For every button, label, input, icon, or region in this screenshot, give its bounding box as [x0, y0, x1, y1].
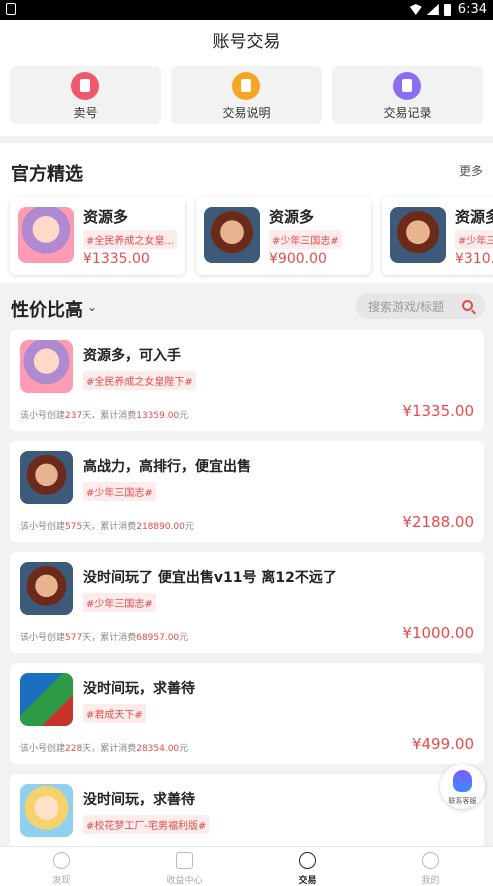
game-tag: #全民养成之女皇陛下#	[83, 371, 196, 390]
earnings-icon	[176, 852, 193, 869]
price: ¥310.00	[455, 251, 493, 267]
game-thumbnail	[20, 784, 73, 837]
signal-icon	[426, 4, 439, 15]
page-title: 账号交易	[0, 20, 493, 64]
game-tag: #全民养成之女皇...	[83, 230, 177, 249]
listing-meta: 该小号创建228天，累计消费28354.00元	[20, 744, 189, 754]
price: ¥1335.00	[83, 251, 150, 267]
game-thumbnail	[204, 207, 260, 263]
price: ¥900.00	[269, 251, 327, 267]
game-thumbnail	[20, 562, 73, 615]
game-thumbnail	[20, 673, 73, 726]
search-input[interactable]: 搜索游戏/标题	[356, 293, 485, 319]
featured-card[interactable]: 资源多 #少年三国志# ¥900.00	[196, 197, 371, 275]
listing-card[interactable]: 没时间玩了 便宜出售v11号 离12不远了 #少年三国志# 该小号创建577天，…	[10, 552, 484, 653]
listing-meta: 该小号创建577天，累计消费68957.00元	[20, 633, 189, 643]
listing-card[interactable]: 没时间玩，求善待 #校花梦工厂-宅男福利版#	[10, 774, 484, 846]
compass-icon	[53, 852, 70, 869]
game-tag: #少年三国志#	[83, 593, 156, 612]
game-thumbnail	[20, 451, 73, 504]
records-icon	[393, 72, 421, 100]
game-tag: #君成天下#	[83, 704, 146, 723]
tab-earnings[interactable]: 收益中心	[123, 847, 246, 886]
customer-service-icon	[453, 770, 472, 792]
tab-profile[interactable]: 我的	[369, 847, 492, 886]
instructions-label: 交易说明	[222, 106, 271, 120]
search-placeholder: 搜索游戏/标题	[368, 300, 445, 314]
listing-title: 资源多，可入手	[83, 348, 181, 364]
game-tag: #少年三国志#	[455, 230, 493, 249]
tab-trade[interactable]: 交易	[246, 847, 369, 886]
trade-icon	[299, 852, 316, 869]
game-thumbnail	[390, 207, 446, 263]
android-icon	[6, 3, 16, 15]
listing-meta: 该小号创建237天，累计消费13359.00元	[20, 411, 189, 421]
customer-service-button[interactable]: 联系客服	[440, 764, 485, 809]
bottom-tab-bar: 发现 收益中心 交易 我的	[0, 846, 493, 886]
featured-title: 官方精选	[11, 164, 83, 185]
price: ¥1335.00	[402, 402, 474, 420]
featured-section: 官方精选 更多 资源多 #全民养成之女皇... ¥1335.00 资源多 #少年…	[0, 143, 493, 283]
listing-meta: 该小号创建575天，累计消费218890.00元	[20, 522, 194, 532]
instructions-icon	[232, 72, 260, 100]
clock: 6:34	[457, 2, 487, 17]
game-thumbnail	[18, 207, 74, 263]
featured-card-title: 资源多	[83, 208, 129, 226]
listing-card[interactable]: 没时间玩，求善待 #君成天下# 该小号创建228天，累计消费28354.00元 …	[10, 663, 484, 764]
game-tag: #校花梦工厂-宅男福利版#	[83, 815, 210, 834]
tab-label: 交易	[298, 876, 317, 886]
value-section-title[interactable]: 性价比高	[11, 296, 83, 322]
listing-title: 没时间玩了 便宜出售v11号 离12不远了	[83, 570, 337, 586]
quick-actions: 卖号 交易说明 交易记录	[0, 64, 493, 136]
sell-label: 卖号	[73, 106, 98, 120]
listing-title: 高战力，高排行，便宜出售	[83, 459, 251, 475]
records-button[interactable]: 交易记录	[332, 66, 483, 124]
tab-label: 发现	[52, 876, 71, 886]
battery-icon	[443, 3, 451, 16]
listing-card[interactable]: 高战力，高排行，便宜出售 #少年三国志# 该小号创建575天，累计消费21889…	[10, 441, 484, 542]
game-tag: #少年三国志#	[83, 482, 156, 501]
status-bar: 6:34	[0, 0, 493, 20]
featured-card-title: 资源多	[455, 208, 493, 226]
customer-service-label: 联系客服	[448, 797, 477, 805]
listing-title: 没时间玩，求善待	[83, 792, 195, 808]
featured-card[interactable]: 资源多 #少年三国志# ¥310.00	[382, 197, 493, 275]
sell-button[interactable]: 卖号	[10, 66, 161, 124]
wifi-icon	[409, 4, 422, 15]
chevron-down-icon[interactable]: ⌄	[87, 300, 97, 314]
tab-discover[interactable]: 发现	[0, 847, 123, 886]
featured-card[interactable]: 资源多 #全民养成之女皇... ¥1335.00	[10, 197, 185, 275]
tab-label: 我的	[421, 876, 440, 886]
search-icon[interactable]	[462, 300, 473, 311]
game-tag: #少年三国志#	[269, 230, 342, 249]
tab-label: 收益中心	[166, 876, 203, 886]
listing-title: 没时间玩，求善待	[83, 681, 195, 697]
records-label: 交易记录	[383, 106, 432, 120]
more-link[interactable]: 更多	[459, 162, 483, 179]
price: ¥2188.00	[402, 513, 474, 531]
instructions-button[interactable]: 交易说明	[171, 66, 322, 124]
sell-icon	[71, 72, 99, 100]
price: ¥499.00	[411, 735, 474, 753]
featured-card-title: 资源多	[269, 208, 315, 226]
profile-icon	[422, 852, 439, 869]
price: ¥1000.00	[402, 624, 474, 642]
listing-card[interactable]: 资源多，可入手 #全民养成之女皇陛下# 该小号创建237天，累计消费13359.…	[10, 330, 484, 431]
game-thumbnail	[20, 340, 73, 393]
